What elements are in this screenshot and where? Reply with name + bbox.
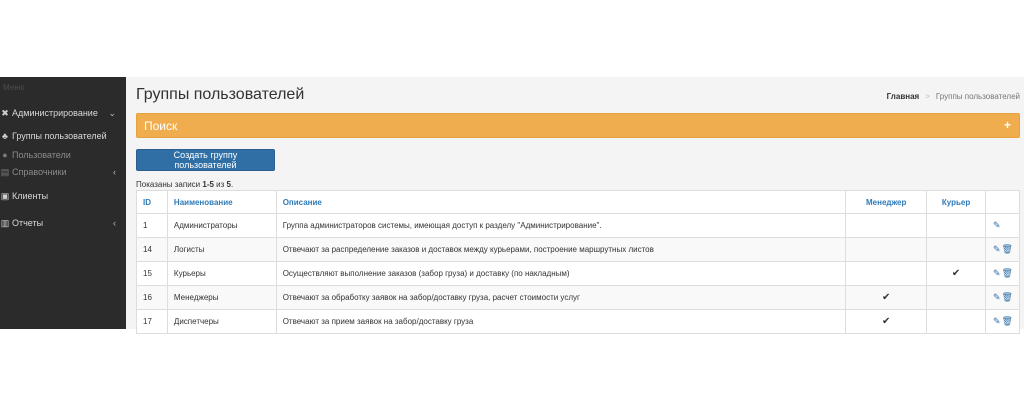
expand-plus-icon[interactable]: + bbox=[1004, 118, 1011, 132]
cell-courier bbox=[926, 309, 986, 334]
edit-pencil-icon[interactable]: ✎ bbox=[993, 316, 1001, 327]
cell-courier bbox=[926, 285, 986, 310]
main-content: Группы пользователей Главная > Группы по… bbox=[126, 77, 1024, 334]
column-header-name[interactable]: Наименование bbox=[166, 190, 277, 214]
cell-actions: ✎🗑 bbox=[984, 237, 1021, 262]
records-prefix: Показаны записи bbox=[136, 180, 201, 189]
cell-actions: ✎ bbox=[984, 213, 1021, 238]
wrench-icon: ✖ bbox=[1, 107, 9, 118]
cell-actions: ✎🗑 bbox=[984, 309, 1021, 334]
cell-id: 1 bbox=[136, 213, 168, 238]
sidebar-item-label: Пользователи bbox=[12, 150, 71, 160]
sidebar-item-users[interactable]: ● Пользователи bbox=[0, 146, 126, 164]
sidebar-item-label: Группы пользователей bbox=[12, 131, 107, 141]
create-user-group-button[interactable]: Создать группу пользователей bbox=[136, 149, 275, 171]
page-title: Группы пользователей bbox=[136, 86, 305, 103]
table-row[interactable]: 1 Администраторы Группа администраторов си… bbox=[136, 213, 1021, 238]
reports-icon: ▥ bbox=[0, 217, 10, 228]
chevron-left-icon: ‹ bbox=[113, 167, 116, 177]
cell-manager bbox=[845, 237, 928, 262]
cell-manager bbox=[845, 261, 928, 286]
cell-actions: ✎🗑 bbox=[984, 285, 1021, 310]
chevron-down-icon: ⌄ bbox=[108, 107, 116, 118]
edit-pencil-icon[interactable]: ✎ bbox=[993, 292, 1001, 303]
breadcrumb-separator: > bbox=[925, 92, 930, 101]
app-window: Меню ✖ Администрирование ⌄ ♣ Группы поль… bbox=[0, 77, 1024, 334]
cell-courier bbox=[926, 237, 986, 262]
sidebar-item-label: Справочники bbox=[12, 167, 67, 177]
delete-trash-icon[interactable]: 🗑 bbox=[1002, 268, 1013, 279]
column-header-description[interactable]: Описание bbox=[275, 190, 847, 214]
sidebar-item-reports[interactable]: ▥ Отчеты ‹ bbox=[0, 214, 126, 232]
sidebar-item-label: Администрирование bbox=[12, 108, 98, 118]
sidebar-item-directories[interactable]: ▤ Справочники ‹ bbox=[0, 163, 126, 181]
search-panel-header[interactable]: Поиск + bbox=[136, 113, 1020, 138]
cell-id: 14 bbox=[136, 237, 168, 262]
cell-description: Отвечают за обработку заявок на забор/до… bbox=[275, 285, 847, 310]
cell-name: Диспетчеры bbox=[166, 309, 277, 334]
user-groups-table: ID Наименование Описание Менеджер Курьер… bbox=[136, 190, 1021, 334]
sidebar-item-label: Клиенты bbox=[12, 191, 49, 201]
cell-manager: ✔ bbox=[845, 285, 928, 310]
sidebar-item-clients[interactable]: ▣ Клиенты bbox=[0, 187, 126, 205]
sidebar-item-administration[interactable]: ✖ Администрирование ⌄ bbox=[0, 104, 126, 122]
cell-manager bbox=[845, 213, 928, 238]
table-row[interactable]: 17 Диспетчеры Отвечают за прием заявок на … bbox=[136, 309, 1021, 334]
cell-description: Группа администраторов системы, имеющая … bbox=[275, 213, 847, 238]
cell-actions: ✎🗑 bbox=[984, 261, 1021, 286]
cell-id: 15 bbox=[136, 261, 168, 286]
column-header-actions bbox=[984, 190, 1021, 214]
table-row[interactable]: 16 Менеджеры Отвечают за обработку заявок … bbox=[136, 285, 1021, 310]
delete-trash-icon[interactable]: 🗑 bbox=[1002, 292, 1013, 303]
delete-trash-icon[interactable]: 🗑 bbox=[1002, 316, 1013, 327]
cell-courier: ✔ bbox=[926, 261, 986, 286]
cell-id: 16 bbox=[136, 285, 168, 310]
sidebar-item-user-groups[interactable]: ♣ Группы пользователей bbox=[0, 127, 126, 145]
records-of: из bbox=[216, 180, 225, 189]
table-row[interactable]: 14 Логисты Отвечают за распределение заказ… bbox=[136, 237, 1021, 262]
sidebar: Меню ✖ Администрирование ⌄ ♣ Группы поль… bbox=[0, 77, 126, 329]
book-icon: ▤ bbox=[0, 166, 10, 177]
cell-courier bbox=[926, 213, 986, 238]
sidebar-item-label: Отчеты bbox=[12, 218, 44, 228]
records-total: 5 bbox=[226, 180, 231, 189]
breadcrumb: Главная > Группы пользователей bbox=[887, 92, 1020, 101]
cell-id: 17 bbox=[136, 309, 168, 334]
user-icon: ● bbox=[2, 150, 8, 160]
edit-pencil-icon[interactable]: ✎ bbox=[993, 268, 1001, 279]
column-header-courier[interactable]: Курьер bbox=[926, 190, 986, 214]
column-header-id[interactable]: ID bbox=[136, 190, 168, 214]
delete-trash-icon[interactable]: 🗑 bbox=[1002, 244, 1013, 255]
cell-name: Администраторы bbox=[166, 213, 277, 238]
cell-description: Отвечают за распределение заказов и дост… bbox=[275, 237, 847, 262]
cell-name: Менеджеры bbox=[166, 285, 277, 310]
records-info: Показаны записи 1-5 из 5. bbox=[136, 180, 234, 189]
cell-name: Логисты bbox=[166, 237, 277, 262]
sidebar-menu-label: Меню bbox=[3, 83, 25, 92]
cell-name: Курьеры bbox=[166, 261, 277, 286]
cell-manager: ✔ bbox=[845, 309, 928, 334]
edit-pencil-icon[interactable]: ✎ bbox=[993, 220, 1001, 231]
table-header-row: ID Наименование Описание Менеджер Курьер bbox=[136, 190, 1021, 214]
edit-pencil-icon[interactable]: ✎ bbox=[993, 244, 1001, 255]
cell-description: Осуществляют выполнение заказов (забор г… bbox=[275, 261, 847, 286]
search-panel-title: Поиск bbox=[144, 119, 178, 133]
table-row[interactable]: 15 Курьеры Осуществляют выполнение заказов… bbox=[136, 261, 1021, 286]
clients-icon: ▣ bbox=[0, 190, 10, 201]
records-range: 1-5 bbox=[202, 180, 214, 189]
chevron-left-icon: ‹ bbox=[113, 218, 116, 228]
users-icon: ♣ bbox=[2, 131, 8, 141]
cell-description: Отвечают за прием заявок на забор/достав… bbox=[275, 309, 847, 334]
column-header-manager[interactable]: Менеджер bbox=[845, 190, 928, 214]
breadcrumb-home-link[interactable]: Главная bbox=[887, 92, 920, 101]
breadcrumb-current: Группы пользователей bbox=[935, 92, 1020, 101]
